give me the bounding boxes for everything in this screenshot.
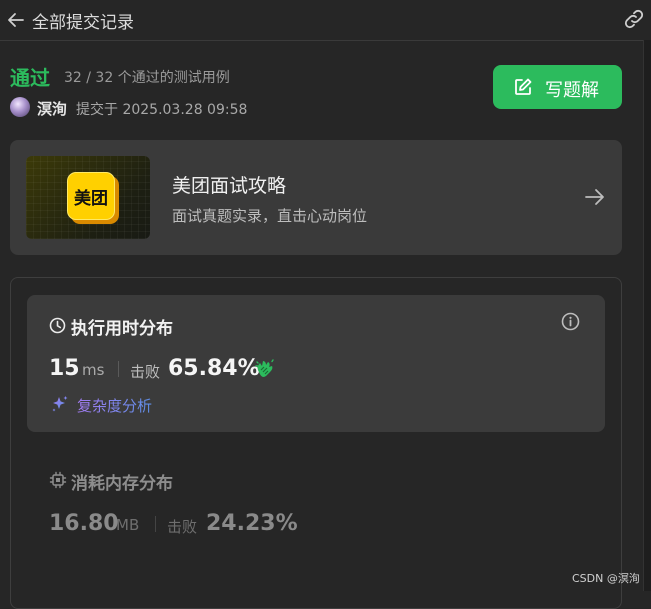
arrow-right-icon — [585, 189, 604, 205]
sparkle-icon — [52, 396, 68, 412]
memory-beats-label: 击败 — [167, 518, 198, 536]
status-label: 通过 — [10, 66, 50, 90]
divider — [155, 516, 156, 532]
watermark: CSDN @溟洵 — [572, 572, 640, 585]
runtime-beats-value: 65.84% — [168, 356, 260, 381]
runtime-title: 执行用时分布 — [71, 319, 173, 339]
memory-unit: MB — [116, 516, 140, 534]
promo-image: 美团 — [26, 156, 150, 239]
meituan-logo: 美团 — [67, 172, 115, 220]
username[interactable]: 溟洵 — [37, 98, 67, 119]
info-icon[interactable] — [561, 312, 580, 331]
top-bar: 全部提交记录 — [0, 0, 651, 41]
memory-beats-value: 24.23% — [206, 511, 298, 536]
memory-title[interactable]: 消耗内存分布 — [71, 469, 173, 494]
arrow-left-icon[interactable] — [6, 10, 26, 30]
testcase-summary: 32 / 32 个通过的测试用例 — [64, 70, 230, 86]
scrollbar-track[interactable] — [643, 40, 651, 591]
edit-icon — [515, 78, 532, 95]
memory-value: 16.80 — [49, 511, 119, 536]
runtime-beats-label: 击败 — [130, 363, 161, 381]
page-title: 全部提交记录 — [32, 13, 134, 33]
complexity-analysis-link[interactable]: 复杂度分析 — [77, 395, 152, 416]
clock-icon — [49, 317, 66, 334]
promo-subtitle: 面试真题实录，直击心动岗位 — [172, 207, 368, 225]
logo-text: 美团 — [74, 188, 108, 209]
runtime-unit: ms — [82, 361, 105, 379]
write-solution-button[interactable]: 写题解 — [493, 65, 622, 109]
write-solution-label: 写题解 — [545, 80, 599, 101]
runtime-panel[interactable]: 执行用时分布 15 ms 击败 65.84% 复杂度分析 — [27, 295, 605, 432]
runtime-value: 15 — [49, 356, 80, 381]
chip-icon — [49, 471, 67, 489]
divider — [118, 361, 119, 377]
promo-title: 美团面试攻略 — [172, 175, 287, 197]
promo-card[interactable]: 美团 美团面试攻略 面试真题实录，直击心动岗位 — [10, 140, 622, 255]
clap-icon — [255, 359, 274, 377]
stats-card: 执行用时分布 15 ms 击败 65.84% 复杂度分析 消耗内存分布 16.8… — [10, 277, 622, 609]
link-icon[interactable] — [622, 8, 646, 30]
submit-time: 提交于 2025.03.28 09:58 — [76, 102, 248, 118]
avatar[interactable] — [10, 97, 30, 117]
